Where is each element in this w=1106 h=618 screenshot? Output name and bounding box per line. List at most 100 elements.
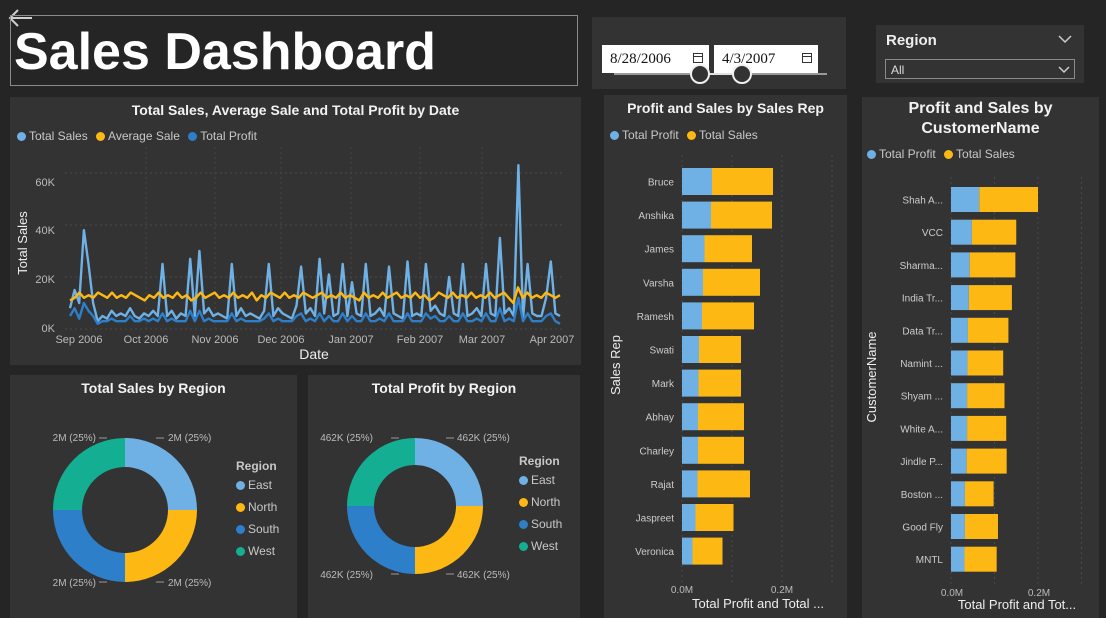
legend-item: East <box>236 474 279 496</box>
bar-total-profit[interactable] <box>682 369 699 397</box>
bar-total-profit[interactable] <box>682 201 711 229</box>
bar-total-profit[interactable] <box>951 415 968 441</box>
bar-total-sales[interactable] <box>695 504 734 531</box>
x-tick-label: Dec 2006 <box>257 334 304 346</box>
bar-total-profit[interactable] <box>682 470 698 498</box>
bar-total-sales[interactable] <box>967 415 1007 441</box>
bar-total-profit[interactable] <box>951 546 965 572</box>
chevron-down-icon[interactable] <box>1058 34 1072 44</box>
x-axis-title: Total Profit and Total ... <box>692 596 824 611</box>
category-label: Ramesh <box>637 312 674 323</box>
region-dropdown[interactable]: All <box>885 59 1075 79</box>
end-date-input[interactable]: 4/3/2007 <box>714 45 818 73</box>
x-axis-title: Total Profit and Tot... <box>958 597 1076 612</box>
donut-slice-south[interactable] <box>53 510 125 582</box>
bar-total-profit[interactable] <box>951 514 965 539</box>
bar-total-profit[interactable] <box>951 317 968 343</box>
category-label: Good Fly <box>902 523 943 534</box>
legend-item: North <box>236 496 279 518</box>
bar-total-profit[interactable] <box>682 504 696 531</box>
bar-total-sales[interactable] <box>967 383 1005 409</box>
calendar-icon[interactable] <box>802 53 812 63</box>
date-slicer: 8/28/2006 4/3/2007 <box>592 17 846 89</box>
category-label: VCC <box>922 228 943 239</box>
bar-total-sales[interactable] <box>702 302 754 330</box>
category-label: Boston ... <box>901 490 943 501</box>
profit-region-panel: Total Profit by Region 462K (25%) 462K (… <box>308 375 580 618</box>
category-label: Bruce <box>648 178 675 189</box>
bar-total-sales[interactable] <box>698 369 742 397</box>
donut-slice-west[interactable] <box>347 438 415 506</box>
bar-total-sales[interactable] <box>698 436 744 464</box>
bar-total-sales[interactable] <box>964 546 997 572</box>
series-line-average-sale <box>69 286 561 305</box>
bar-total-profit[interactable] <box>951 350 968 376</box>
bar-total-sales[interactable] <box>704 235 753 263</box>
donut-slice-north[interactable] <box>125 510 197 582</box>
bar-total-profit[interactable] <box>951 448 967 474</box>
category-label: MNTL <box>916 555 944 566</box>
legend-item: East <box>519 469 562 491</box>
bar-total-profit[interactable] <box>682 403 698 431</box>
x-tick-label: 0.2M <box>771 585 793 596</box>
region-slicer-label: Region <box>886 32 937 49</box>
bar-total-sales[interactable] <box>964 514 998 539</box>
bar-total-sales[interactable] <box>697 470 751 498</box>
bar-total-sales[interactable] <box>699 336 741 363</box>
title-card: Sales Dashboard <box>10 15 578 86</box>
y-tick-label: 60K <box>35 177 55 189</box>
x-tick-label: Mar 2007 <box>459 334 505 346</box>
x-tick-label: Jan 2007 <box>328 334 373 346</box>
bar-total-sales[interactable] <box>692 537 723 565</box>
bar-total-sales[interactable] <box>979 187 1038 212</box>
donut-slice-west[interactable] <box>53 438 125 510</box>
bar-total-sales[interactable] <box>967 317 1009 343</box>
donut-slice-south[interactable] <box>347 506 415 574</box>
bar-total-profit[interactable] <box>951 383 968 409</box>
bar-total-sales[interactable] <box>703 268 760 296</box>
bar-total-sales[interactable] <box>964 481 994 507</box>
line-chart-panel: Total Sales, Average Sale and Total Prof… <box>10 97 581 365</box>
bar-total-sales[interactable] <box>969 252 1016 278</box>
donut-slice-east[interactable] <box>125 438 197 510</box>
bar-total-sales[interactable] <box>712 168 773 195</box>
bar-total-profit[interactable] <box>682 168 712 195</box>
bar-total-profit[interactable] <box>682 235 705 263</box>
bar-total-profit[interactable] <box>682 336 699 363</box>
donut-slice-east[interactable] <box>415 438 483 506</box>
bar-total-profit[interactable] <box>951 187 980 212</box>
category-label: White A... <box>900 424 943 435</box>
category-label: Swati <box>650 346 674 357</box>
bar-total-profit[interactable] <box>682 537 693 565</box>
legend-title: Region <box>519 454 560 468</box>
sales-region-panel: Total Sales by Region 2M (25%) 2M (25%) … <box>10 375 297 618</box>
legend-item: West <box>519 535 562 557</box>
calendar-icon[interactable] <box>693 53 703 63</box>
category-label: Mark <box>652 379 675 390</box>
bar-total-profit[interactable] <box>951 285 969 311</box>
bar-total-sales[interactable] <box>966 448 1007 474</box>
bar-total-sales[interactable] <box>967 350 1004 376</box>
customer-chart-panel: Profit and Sales by CustomerName Total P… <box>862 97 1099 618</box>
bar-total-profit[interactable] <box>951 252 970 278</box>
x-tick-label: Apr 2007 <box>530 334 575 346</box>
chevron-down-icon <box>1058 66 1070 74</box>
category-label: Shah A... <box>902 196 943 207</box>
bar-total-sales[interactable] <box>968 285 1012 311</box>
donut-slice-north[interactable] <box>415 506 483 574</box>
date-range-end-handle[interactable] <box>732 64 752 84</box>
bar-total-sales[interactable] <box>971 219 1017 245</box>
bar-total-sales[interactable] <box>698 403 744 431</box>
bar-total-profit[interactable] <box>682 302 702 330</box>
bar-total-profit[interactable] <box>951 219 972 245</box>
bar-total-profit[interactable] <box>951 481 965 507</box>
bar-total-profit[interactable] <box>682 436 698 464</box>
date-range-start-handle[interactable] <box>690 64 710 84</box>
line-chart: 0K 20K 40K 60K Sep 2006 Oct 2006 Nov 200… <box>15 147 575 362</box>
category-label: Anshika <box>638 211 674 222</box>
bar-total-sales[interactable] <box>711 201 772 229</box>
x-tick-label: Feb 2007 <box>397 334 443 346</box>
category-label: Data Tr... <box>902 326 943 337</box>
bar-total-profit[interactable] <box>682 268 703 296</box>
slice-label: 2M (25%) <box>53 433 96 444</box>
